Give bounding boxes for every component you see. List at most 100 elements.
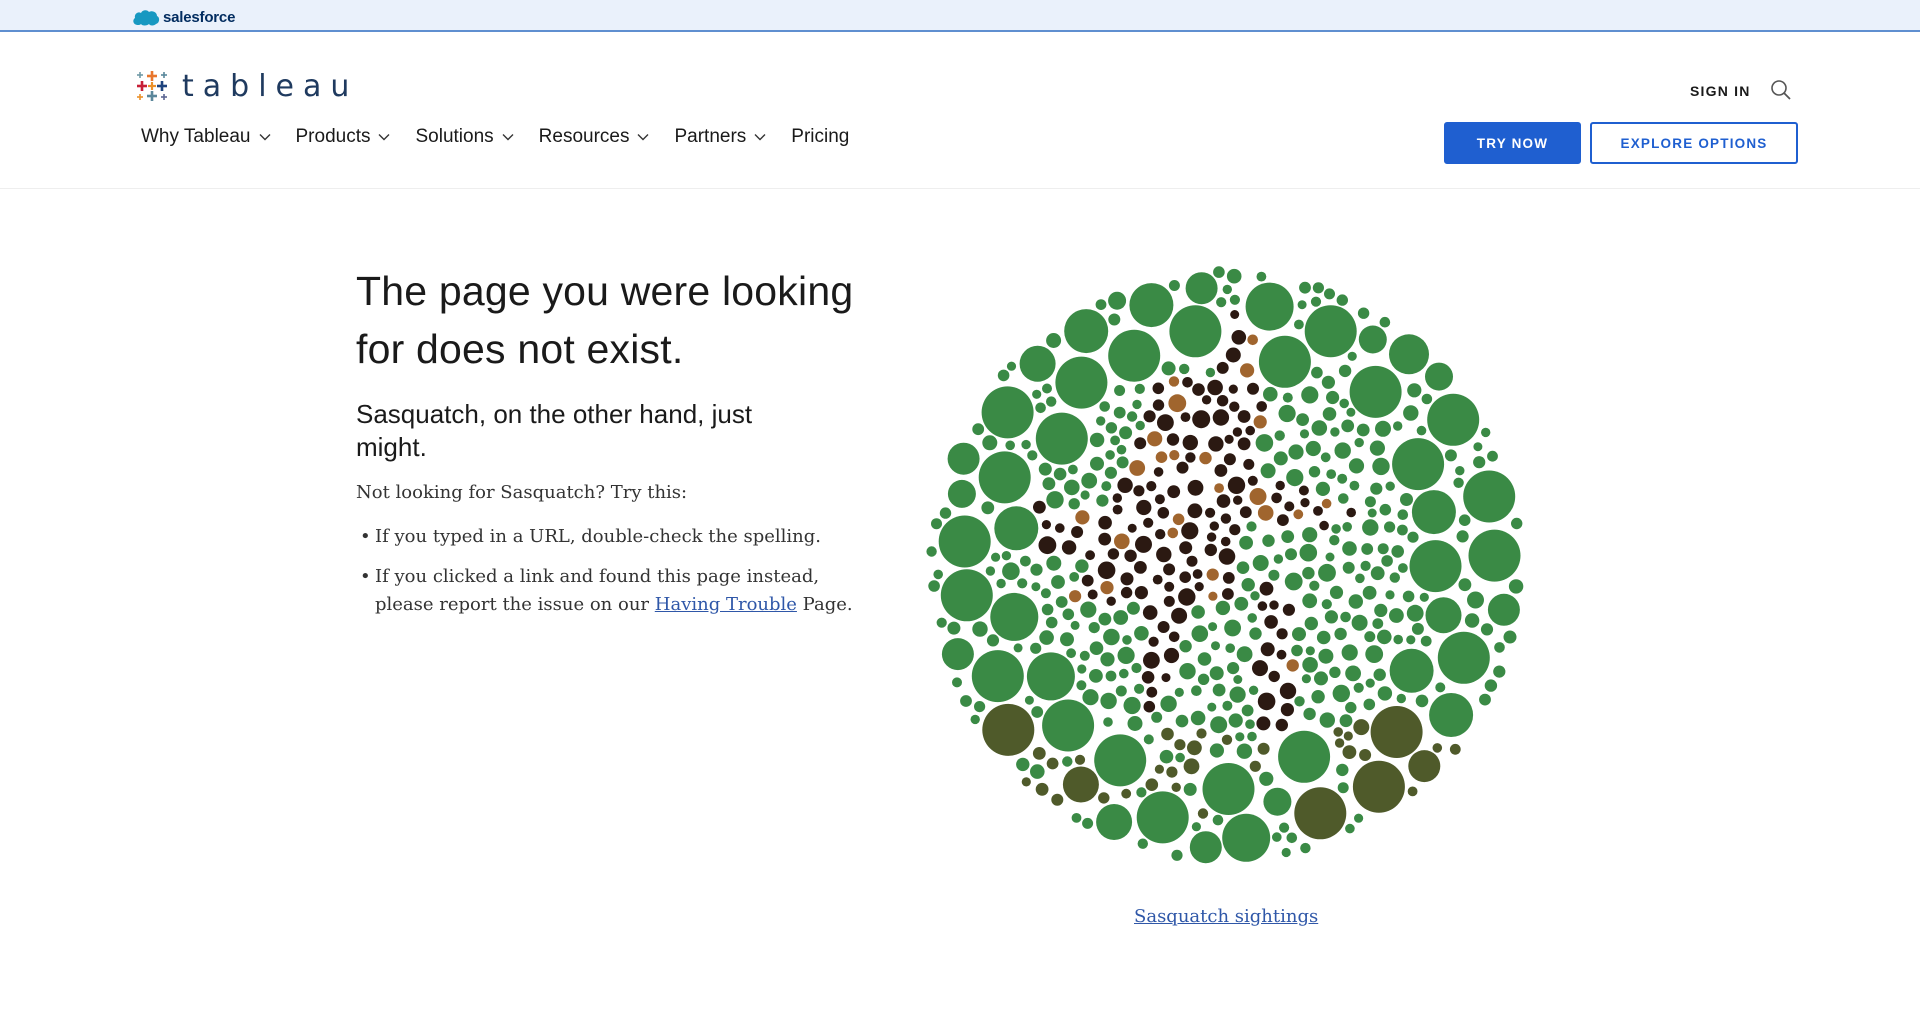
salesforce-logo[interactable]: salesforce	[132, 7, 235, 27]
bubble	[1364, 496, 1376, 508]
bubble	[933, 569, 943, 580]
bubble	[1299, 543, 1318, 562]
bubble	[1324, 288, 1335, 300]
bubble	[990, 592, 1039, 641]
bubble	[1206, 568, 1219, 581]
bubble	[1112, 493, 1122, 503]
bubble	[1222, 588, 1234, 600]
bubble	[1098, 612, 1112, 626]
bubble	[1334, 627, 1347, 641]
bubble	[1273, 451, 1288, 466]
bubble	[1246, 521, 1257, 532]
bubble	[1218, 548, 1236, 565]
sign-in-link[interactable]: SIGN IN	[1690, 83, 1751, 99]
nav-products[interactable]: Products	[296, 126, 391, 148]
sasquatch-sightings-link[interactable]: Sasquatch sightings	[1134, 906, 1318, 927]
bubble	[1197, 673, 1210, 685]
bubble	[1096, 494, 1109, 507]
search-icon[interactable]	[1770, 79, 1792, 101]
bubble	[1332, 684, 1350, 703]
bubble	[1191, 685, 1202, 696]
nav-resources[interactable]: Resources	[539, 126, 650, 148]
bubble	[1216, 395, 1229, 407]
bubble	[1142, 605, 1158, 620]
bubble	[1294, 319, 1304, 330]
bubble	[1110, 435, 1120, 446]
explore-options-button[interactable]: EXPLORE OPTIONS	[1590, 122, 1798, 164]
bubble	[1021, 439, 1031, 450]
bubble	[1179, 640, 1192, 653]
bubble	[1396, 693, 1406, 704]
bubble	[1345, 701, 1357, 714]
bubble	[1046, 491, 1064, 509]
bubble	[1075, 510, 1090, 525]
bubble	[1310, 296, 1322, 307]
tableau-logo[interactable]: tableau	[132, 66, 358, 106]
try-now-button[interactable]: TRY NOW	[1444, 122, 1581, 164]
bubble	[1079, 650, 1090, 661]
bubble	[1314, 671, 1328, 686]
bubble	[1473, 456, 1486, 469]
bubble	[1263, 787, 1292, 816]
bubble	[940, 569, 993, 622]
bubble	[1320, 452, 1331, 463]
bubble	[1311, 420, 1328, 436]
bubble	[1208, 436, 1224, 452]
bubble	[1105, 450, 1115, 460]
nav-solutions[interactable]: Solutions	[415, 126, 514, 148]
bubble	[1319, 712, 1335, 728]
bubble	[1061, 540, 1077, 555]
bubble	[1352, 760, 1405, 813]
bubble	[1260, 463, 1276, 479]
nav-pricing[interactable]: Pricing	[791, 126, 849, 148]
having-trouble-link[interactable]: Having Trouble	[655, 594, 797, 615]
site-header: tableau Why Tableau Products Solutions R…	[0, 32, 1920, 189]
bubble	[1308, 466, 1321, 478]
bubble	[1273, 554, 1284, 564]
bubble	[1113, 610, 1129, 625]
bubble	[1178, 588, 1196, 606]
bubble	[1127, 523, 1137, 533]
bubble	[1409, 540, 1462, 593]
bubble	[1212, 683, 1226, 697]
bubble	[1191, 625, 1209, 642]
bubble	[1071, 813, 1082, 823]
bubble	[1051, 575, 1065, 589]
bubble	[1119, 426, 1133, 440]
bubble	[1136, 499, 1152, 516]
bubble	[1230, 310, 1240, 319]
bubble	[941, 638, 974, 671]
bubble	[1039, 630, 1054, 645]
bubble	[1033, 500, 1046, 514]
bubble	[1185, 272, 1218, 305]
bubble	[1209, 666, 1224, 681]
bubble	[1336, 763, 1349, 777]
bubble	[1114, 385, 1126, 396]
bubble	[1168, 394, 1187, 413]
bubble	[1117, 646, 1135, 664]
bubble	[1397, 524, 1408, 536]
nav-why-tableau[interactable]: Why Tableau	[141, 126, 271, 148]
bubble	[1090, 456, 1104, 471]
bubble	[1143, 700, 1156, 713]
bubble	[1236, 743, 1253, 759]
bubble	[1299, 281, 1311, 294]
bubble	[1402, 590, 1415, 603]
bubble	[1070, 620, 1080, 630]
bubble	[1179, 663, 1196, 680]
bubble	[1353, 682, 1364, 693]
bubble	[1103, 717, 1113, 727]
bubble	[1359, 749, 1372, 761]
bubble	[1191, 605, 1205, 619]
bubble	[1026, 652, 1075, 701]
bubble	[1503, 630, 1517, 644]
bubble	[1127, 716, 1143, 731]
bubble	[982, 435, 998, 451]
bubble	[1082, 817, 1094, 829]
bubble	[1415, 694, 1429, 708]
bubble	[972, 423, 985, 436]
bubble	[1392, 438, 1445, 491]
bubble	[1243, 458, 1255, 470]
nav-partners[interactable]: Partners	[674, 126, 766, 148]
bubble	[1157, 621, 1170, 633]
